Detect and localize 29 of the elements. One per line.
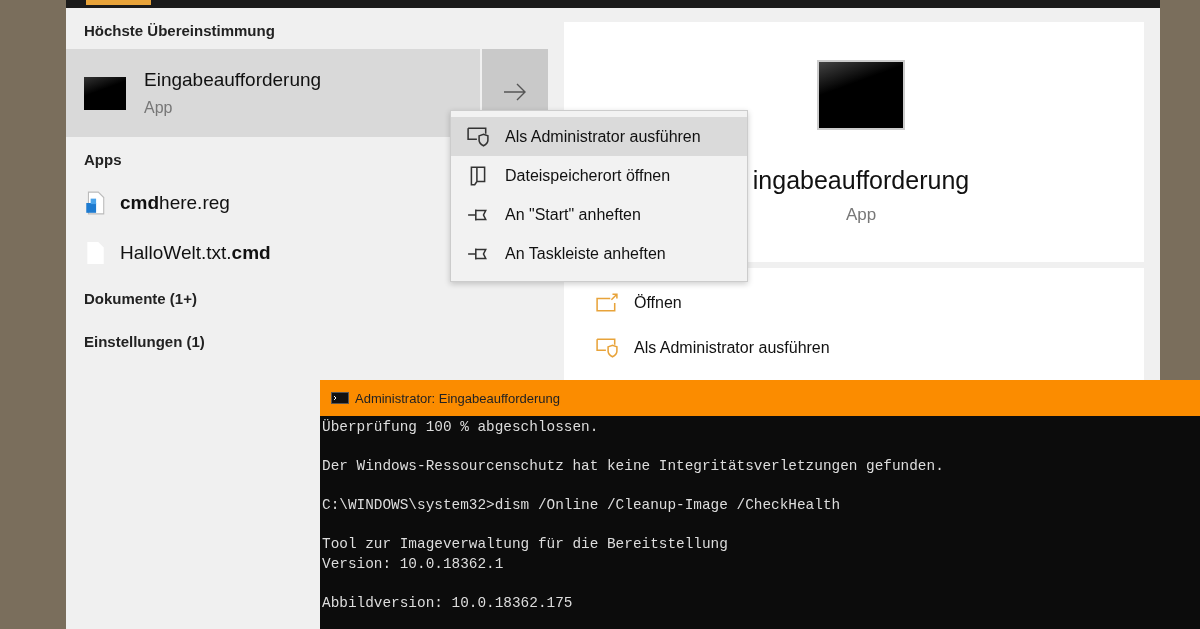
section-header: Höchste Übereinstimmung xyxy=(83,21,276,41)
shield-window-icon xyxy=(596,337,618,358)
section-header: Apps xyxy=(83,150,123,170)
registry-file-icon xyxy=(84,191,106,215)
menu-item[interactable]: Als Administrator ausführen xyxy=(451,117,747,156)
category-header[interactable]: Dokumente (1+) xyxy=(66,278,215,321)
terminal-icon xyxy=(817,60,905,130)
console-line: Abbildversion: 10.0.18362.175 xyxy=(322,593,574,613)
console-line: Der Windows-Ressourcenschutz hat keine Integritätsverletzungen gefunden. xyxy=(322,457,945,476)
best-match-item[interactable]: Eingabeaufforderung App xyxy=(66,49,480,137)
action-item[interactable]: Öffnen xyxy=(564,280,1144,325)
console-icon xyxy=(331,392,349,404)
menu-item[interactable]: An Taskleiste anheften xyxy=(451,234,747,273)
tab-indicator xyxy=(86,0,151,5)
action-item[interactable]: Als Administrator ausführen xyxy=(564,325,1144,370)
shield-window-icon xyxy=(467,126,489,147)
console-line: Tool zur Imageverwaltung für die Bereitstellung xyxy=(322,535,729,554)
console-line: C:\WINDOWS\system32>dism /Online /Cleanup-Image /CheckHealth xyxy=(322,496,842,515)
menu-item[interactable]: Dateispeicherort öffnen xyxy=(451,156,747,195)
category-header[interactable]: Einstellungen (1) xyxy=(66,321,223,364)
app-title: ingabeaufforderung xyxy=(752,166,970,195)
arrow-right-icon xyxy=(503,83,527,101)
console-line: Überprüfung 100 % abgeschlossen. xyxy=(322,418,600,437)
window-title: Administrator: Eingabeaufforderung xyxy=(355,390,560,406)
terminal-icon xyxy=(84,76,126,110)
menu-item[interactable]: An "Start" anheften xyxy=(451,195,747,234)
console-line: Version: 10.0.18362.1 xyxy=(322,554,505,574)
open-window-icon xyxy=(596,292,618,313)
app-type: App xyxy=(845,205,877,225)
